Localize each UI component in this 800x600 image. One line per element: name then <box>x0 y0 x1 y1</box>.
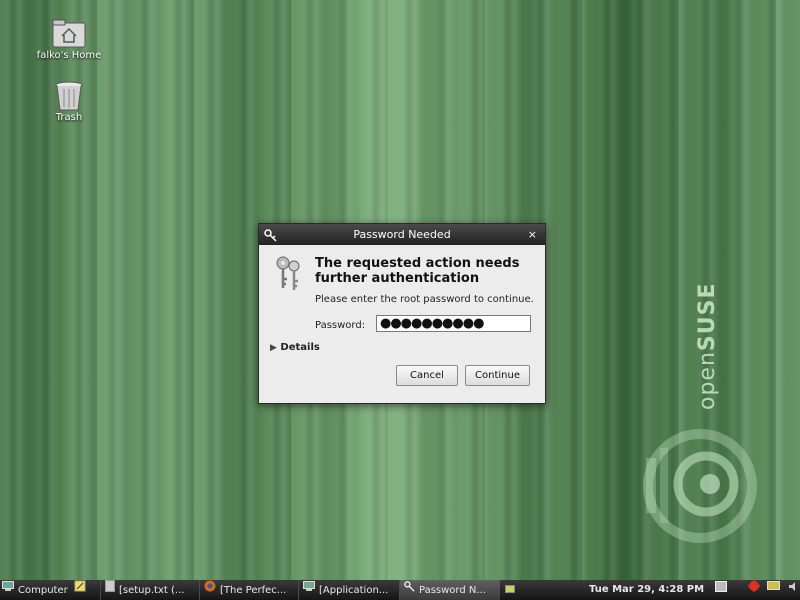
opensuse-watermark: openSUSE <box>695 283 720 411</box>
key-icon <box>264 228 277 249</box>
computer-menu-label: Computer <box>18 585 68 596</box>
details-expander[interactable]: ▶ Details <box>270 342 320 353</box>
home-folder-label: falko's Home <box>36 50 102 61</box>
task-label: Password N... <box>419 585 486 596</box>
task-label: [The Perfec... <box>220 585 287 596</box>
home-folder-shortcut[interactable]: falko's Home <box>24 18 114 61</box>
taskbar: Computer [setup.txt (... [The Perfec... … <box>0 580 800 600</box>
computer-menu-button[interactable]: Computer <box>2 580 72 600</box>
password-label: Password: <box>315 320 366 331</box>
details-label: Details <box>280 342 320 353</box>
watermark-prefix: open <box>695 351 720 410</box>
expander-arrow-icon: ▶ <box>270 343 277 353</box>
workspace-switcher[interactable] <box>500 580 520 600</box>
watermark-brand: SUSE <box>695 282 720 352</box>
dialog-titlebar[interactable]: Password Needed × <box>259 224 545 245</box>
trash-shortcut[interactable]: Trash <box>24 80 114 123</box>
password-field[interactable]: ●●●●●●●●●● <box>376 315 531 332</box>
home-folder-icon <box>52 18 86 48</box>
monitor-icon <box>303 580 315 600</box>
task-label: [Application... <box>319 585 389 596</box>
password-dialog: Password Needed × The requested action n… <box>258 223 546 404</box>
network-icon[interactable] <box>767 580 781 600</box>
task-label: [setup.txt (... <box>119 585 185 596</box>
volume-icon[interactable] <box>788 580 799 600</box>
dialog-subtitle: Please enter the root password to contin… <box>315 294 534 305</box>
workspace-icon <box>505 585 515 593</box>
update-alert-icon[interactable] <box>748 580 761 600</box>
keys-icon <box>273 255 303 296</box>
clock[interactable]: Tue Mar 29, 4:28 PM <box>589 580 719 600</box>
dialog-heading: The requested action needs further authe… <box>315 256 520 286</box>
notification-area <box>715 580 800 600</box>
computer-icon <box>2 580 14 600</box>
taskbar-task-setup[interactable]: [setup.txt (... <box>100 580 201 600</box>
document-icon <box>105 580 115 600</box>
key-icon <box>404 580 415 600</box>
opensuse-logo-icon <box>638 428 758 546</box>
taskbar-task-application[interactable]: [Application... <box>298 580 401 600</box>
dialog-title: Password Needed <box>353 228 451 241</box>
taskbar-task-password[interactable]: Password N... <box>399 580 500 600</box>
notes-launcher[interactable] <box>74 580 92 600</box>
firefox-icon <box>204 580 216 600</box>
taskbar-task-browser[interactable]: [The Perfec... <box>199 580 300 600</box>
continue-button[interactable]: Continue <box>465 365 530 386</box>
notepad-icon <box>74 580 86 600</box>
trash-label: Trash <box>55 112 83 123</box>
trash-icon <box>52 80 86 111</box>
close-icon[interactable]: × <box>528 224 537 245</box>
photo-icon[interactable] <box>715 580 727 600</box>
cancel-button[interactable]: Cancel <box>396 365 458 386</box>
